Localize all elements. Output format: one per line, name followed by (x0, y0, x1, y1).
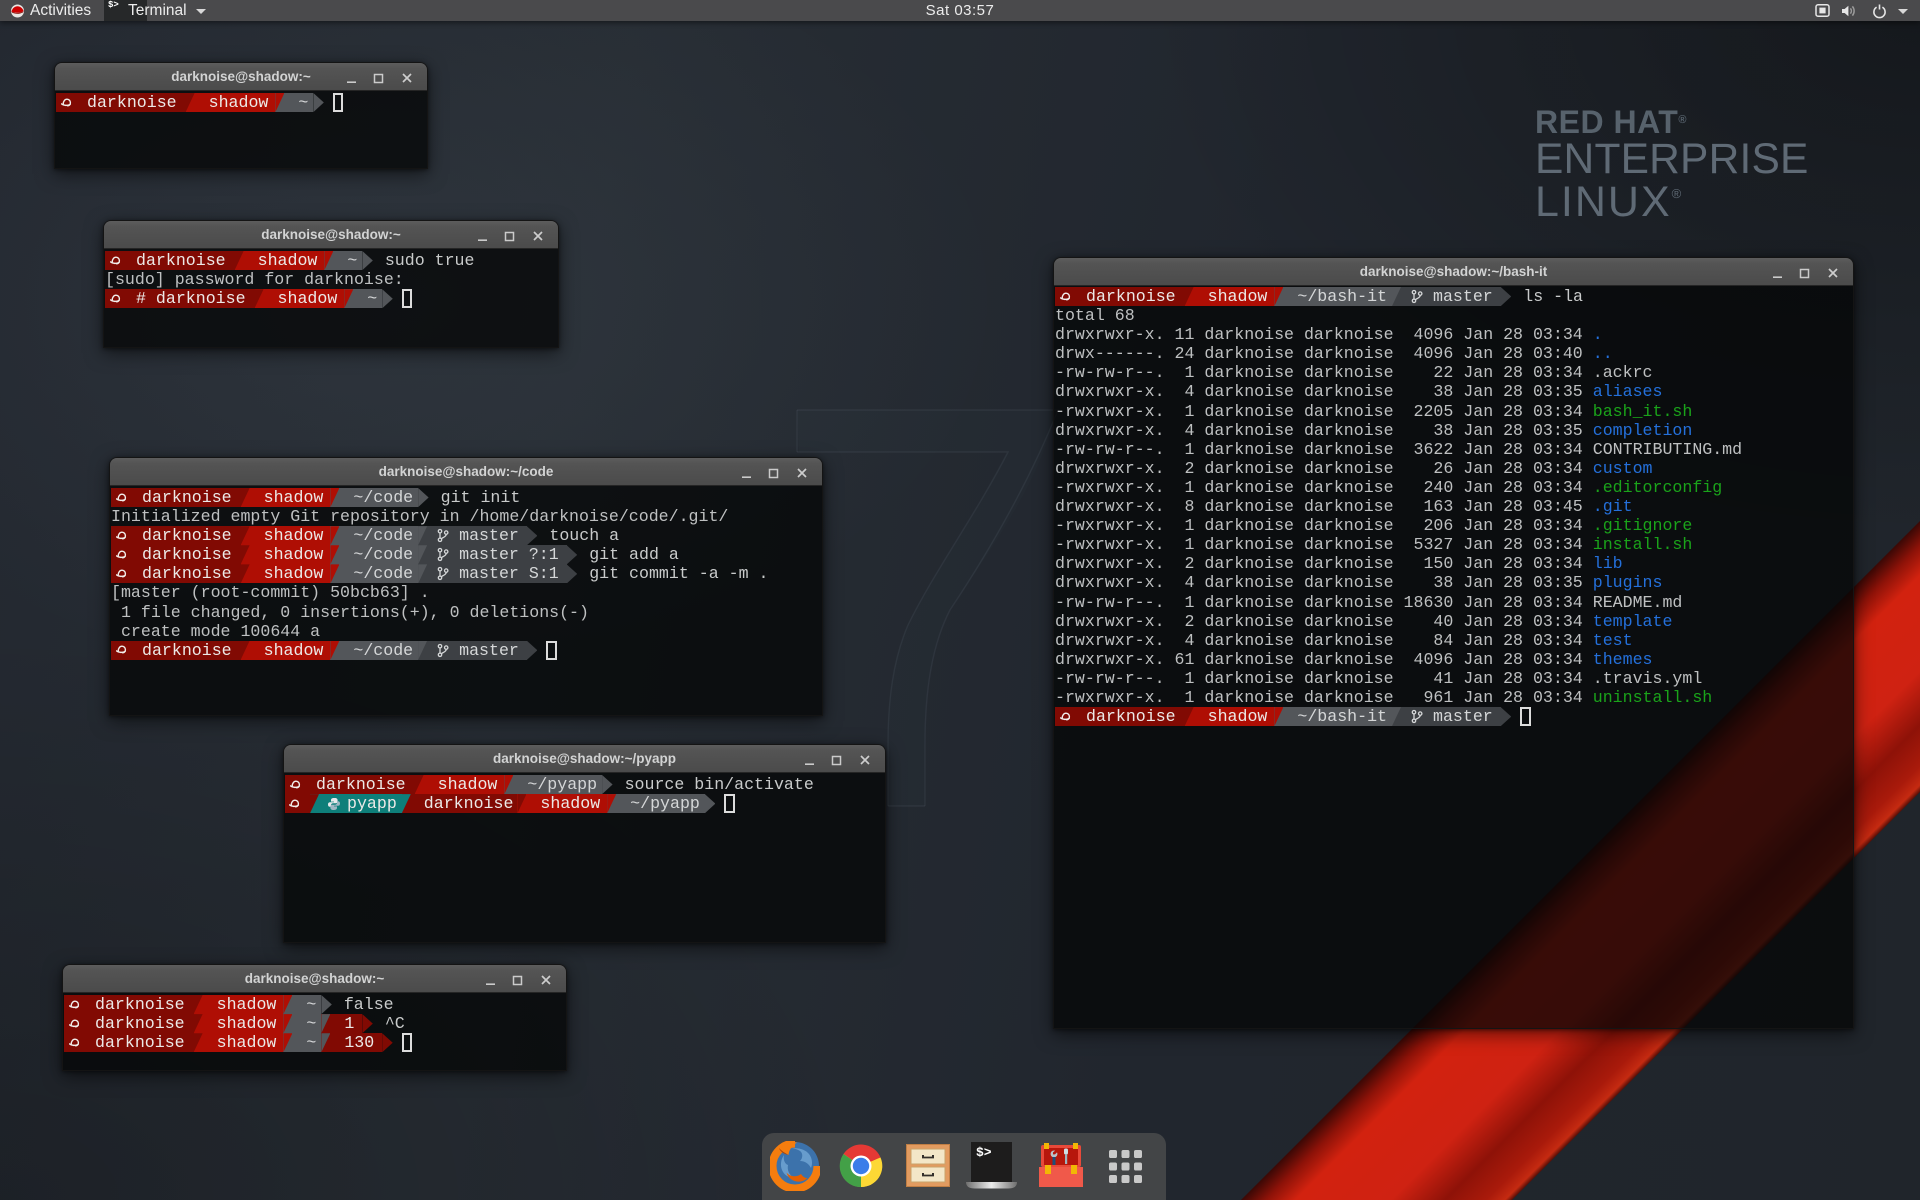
svg-text:$>: $> (976, 1145, 992, 1160)
